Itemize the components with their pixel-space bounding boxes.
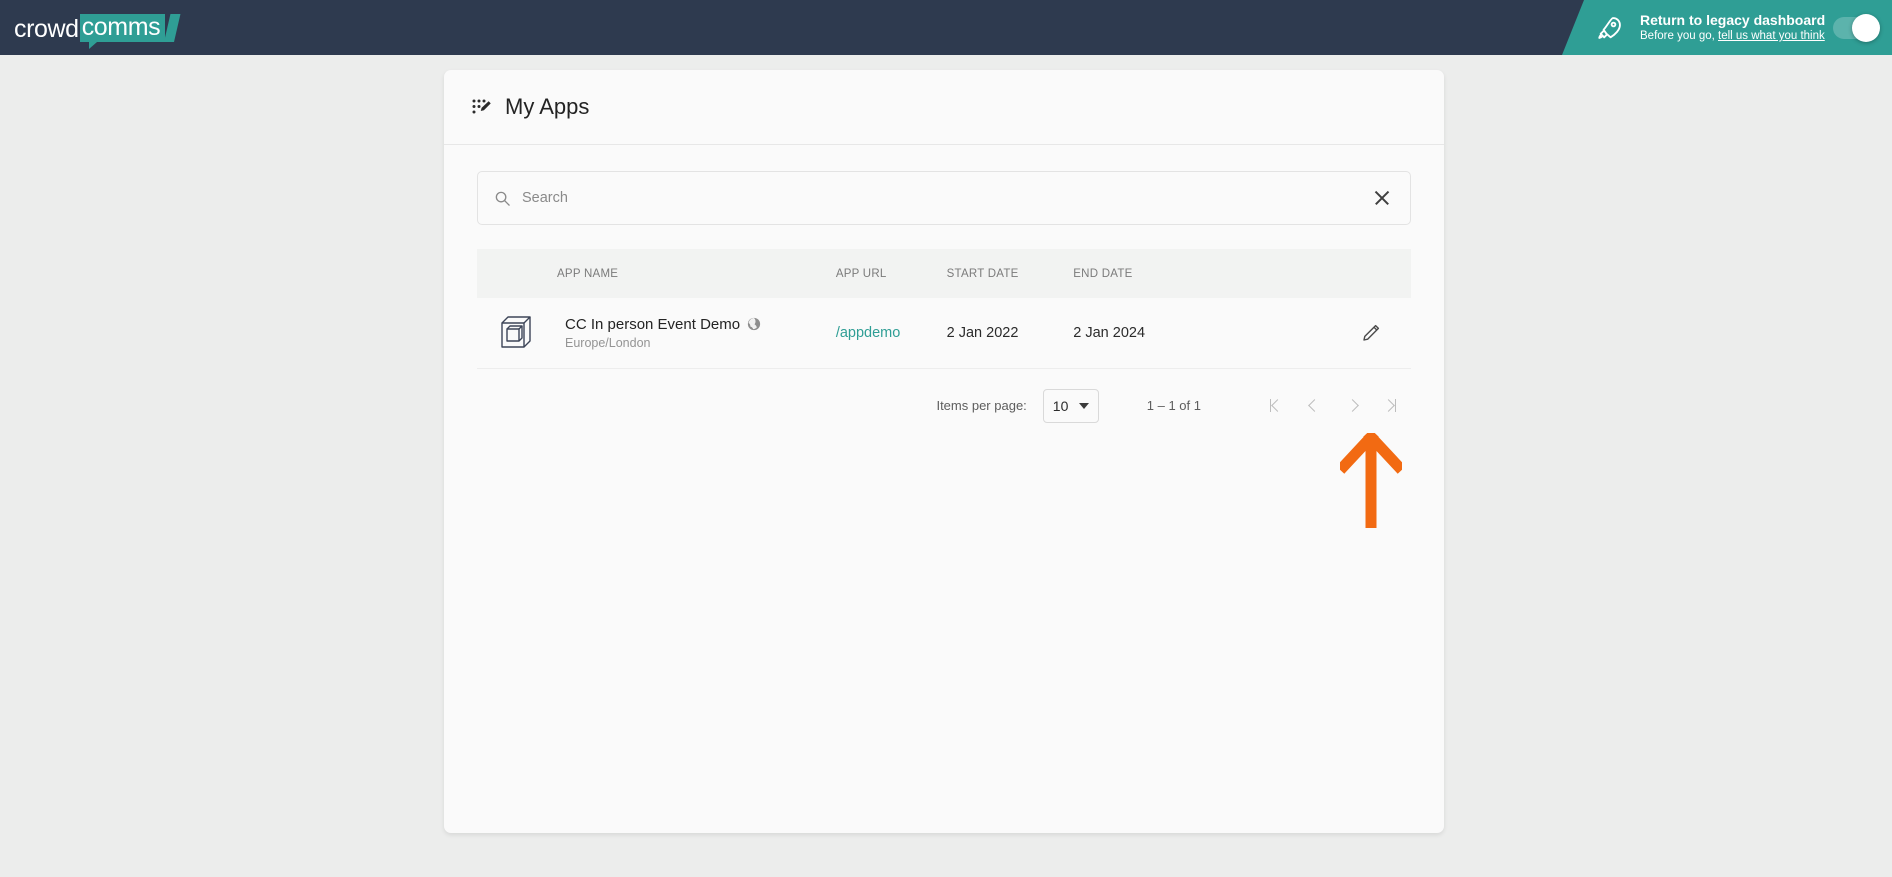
globe-icon (747, 317, 761, 331)
toggle-knob (1852, 13, 1880, 42)
legacy-banner-title: Return to legacy dashboard (1640, 11, 1826, 28)
page-background: My Apps APP NAME APP URL START DATE (0, 55, 1892, 877)
column-header-app-url: APP URL (835, 267, 887, 280)
pagination-range-label: 1 – 1 of 1 (1146, 398, 1201, 413)
card-header: My Apps (444, 70, 1444, 145)
apps-edit-icon (471, 97, 491, 117)
first-page-icon[interactable] (1257, 387, 1295, 425)
column-header-start-date: START DATE (946, 267, 1019, 280)
table-header-row: APP NAME APP URL START DATE END DATE (477, 249, 1411, 298)
legacy-subtitle-prefix: Before you go, (1640, 30, 1718, 43)
column-header-actions (1200, 249, 1411, 298)
last-page-bar (1394, 399, 1397, 412)
legacy-dashboard-toggle[interactable] (1833, 13, 1880, 42)
feedback-link[interactable]: tell us what you think (1718, 30, 1825, 42)
app-name-row: CC In person Event Demo (565, 316, 761, 333)
search-input[interactable] (522, 190, 1371, 206)
paginator: Items per page: 10 1 – 1 of 1 (477, 369, 1411, 443)
cell-actions (1200, 298, 1411, 368)
top-navigation-bar: crowd comms . LJ Lee Jack Return to lega… (0, 0, 1892, 55)
last-page-chevron (1381, 399, 1395, 412)
next-page-icon[interactable] (1333, 387, 1371, 425)
first-page-glyph (1269, 399, 1285, 412)
table-body: CC In person Event Demo Europe/London /a… (477, 298, 1411, 368)
apps-table: APP NAME APP URL START DATE END DATE CC … (477, 249, 1411, 369)
previous-page-chevron (1307, 399, 1321, 412)
cell-end-date: 2 Jan 2024 (1073, 324, 1146, 341)
crowdcomms-logo[interactable]: crowd comms . (14, 13, 172, 49)
legacy-banner-text: Return to legacy dashboard Before you go… (1640, 12, 1825, 44)
items-per-page-label: Items per page: (936, 398, 1027, 413)
items-per-page-value: 10 (1052, 397, 1069, 414)
app-name-label: CC In person Event Demo (565, 315, 741, 333)
table-header: APP NAME APP URL START DATE END DATE (477, 249, 1411, 298)
last-page-icon[interactable] (1371, 387, 1409, 425)
my-apps-card: My Apps APP NAME APP URL START DATE (444, 70, 1444, 833)
chevron-down-icon (1078, 402, 1089, 409)
cell-app-url: /appdemo (836, 298, 947, 368)
cell-app-name: CC In person Event Demo Europe/London (477, 298, 836, 368)
items-per-page-select[interactable]: 10 (1042, 388, 1099, 423)
app-box-icon (497, 313, 549, 353)
last-page-glyph (1381, 399, 1397, 412)
edit-pencil-icon[interactable] (1357, 319, 1385, 347)
card-body: APP NAME APP URL START DATE END DATE (444, 145, 1444, 443)
first-page-chevron (1271, 399, 1285, 412)
close-icon[interactable] (1371, 187, 1393, 209)
logo-text-crowd: crowd (14, 14, 79, 43)
search-bar[interactable] (477, 171, 1411, 225)
previous-page-icon[interactable] (1295, 387, 1333, 425)
legacy-banner-subtitle: Before you go, tell us what you think (1640, 29, 1825, 43)
legacy-dashboard-banner[interactable]: Return to legacy dashboard Before you go… (1562, 0, 1892, 55)
app-name-texts: CC In person Event Demo Europe/London (565, 316, 761, 350)
logo-text-comms: comms (79, 13, 166, 49)
column-header-end-date: END DATE (1073, 267, 1133, 280)
next-page-chevron (1345, 399, 1359, 412)
column-header-app-name: APP NAME (557, 267, 619, 280)
app-name-cell-content: CC In person Event Demo Europe/London (477, 313, 836, 353)
search-icon (494, 190, 511, 207)
table-row[interactable]: CC In person Event Demo Europe/London /a… (477, 298, 1411, 368)
cell-start-date: 2 Jan 2022 (946, 324, 1019, 341)
app-url-link[interactable]: /appdemo (836, 325, 901, 341)
page-title: My Apps (505, 94, 590, 119)
app-timezone-label: Europe/London (565, 335, 651, 350)
rocket-icon (1596, 14, 1624, 42)
